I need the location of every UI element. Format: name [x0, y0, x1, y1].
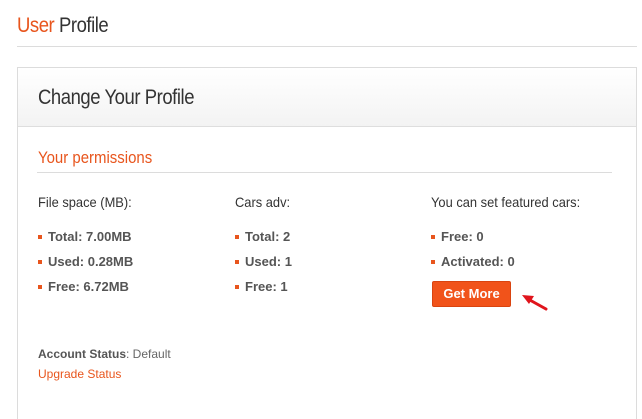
list-item: Free: 0: [431, 230, 593, 255]
red-arrow-icon: [522, 295, 548, 311]
page-title: User Profile: [17, 14, 109, 38]
cars-adv-list: Total: 2 Used: 1 Free: 1: [235, 230, 295, 305]
file-space-column: File space (MB): Total: 7.00MB Used: 0.2…: [38, 194, 140, 305]
list-item: Total: 7.00MB: [38, 230, 140, 255]
get-more-button[interactable]: Get More: [432, 281, 511, 307]
list-item: Used: 0.28MB: [38, 255, 140, 280]
file-space-heading: File space (MB):: [38, 194, 132, 210]
section-divider: [37, 172, 612, 173]
list-item: Free: 6.72MB: [38, 280, 140, 305]
featured-cars-heading: You can set featured cars:: [431, 194, 581, 210]
account-status: Account Status: Default: [38, 347, 171, 361]
list-item: Activated: 0: [431, 255, 593, 280]
profile-card: Change Your Profile Your permissions Fil…: [17, 67, 637, 419]
list-item: Total: 2: [235, 230, 295, 255]
featured-cars-list: Free: 0 Activated: 0: [431, 230, 593, 280]
page-title-rest: Profile: [58, 14, 109, 37]
cars-adv-column: Cars adv: Total: 2 Used: 1 Free: 1: [235, 194, 295, 305]
file-space-list: Total: 7.00MB Used: 0.28MB Free: 6.72MB: [38, 230, 140, 305]
page-title-accent: User: [17, 14, 55, 37]
card-title: Change Your Profile: [38, 86, 195, 109]
title-divider: [17, 46, 637, 47]
account-status-value: : Default: [126, 347, 171, 361]
upgrade-status-link[interactable]: Upgrade Status: [38, 367, 121, 381]
cars-adv-heading: Cars adv:: [235, 194, 291, 210]
account-status-label: Account Status: [38, 347, 127, 361]
list-item: Free: 1: [235, 280, 295, 305]
list-item: Used: 1: [235, 255, 295, 280]
permissions-heading: Your permissions: [38, 148, 153, 167]
featured-cars-column: You can set featured cars: Free: 0 Activ…: [431, 194, 593, 280]
